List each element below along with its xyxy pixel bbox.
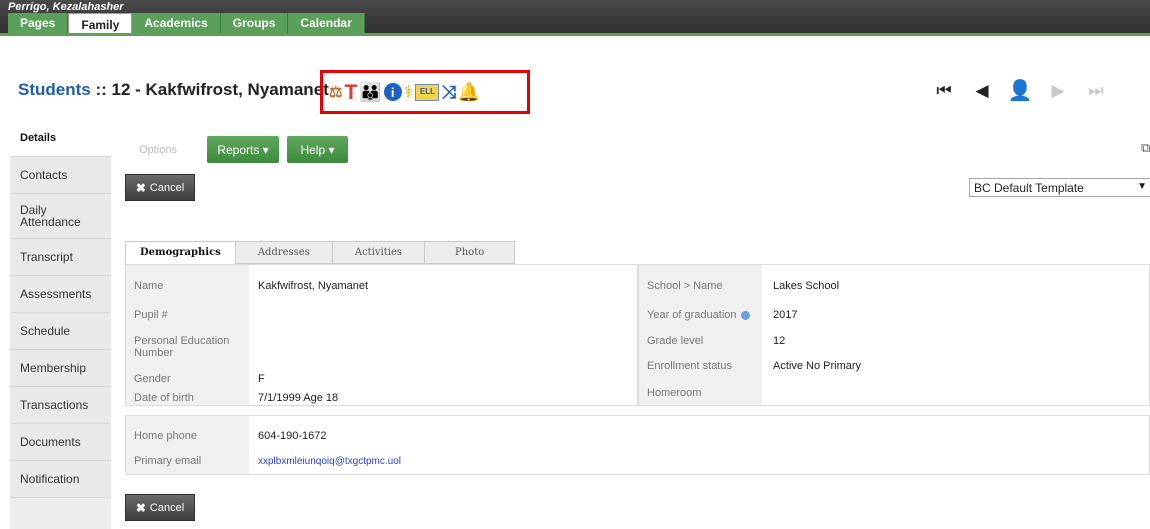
home-phone-value: 604-190-1672 [258, 430, 327, 442]
next-record-icon: ▶ [1051, 80, 1065, 100]
pen-label: Personal Education Number [134, 335, 230, 359]
student-record-title: 12 - Kakfwifrost, Nyamanet [111, 80, 329, 99]
help-icon[interactable] [740, 310, 750, 320]
student-alert-icons: ⚖ T 👪 i ⚕ ELL ⤨ 🔔 [320, 70, 530, 114]
side-tab-contacts[interactable]: Contacts [10, 157, 111, 194]
school-value: Lakes School [773, 280, 840, 292]
template-selected-value: BC Default Template [974, 180, 1084, 195]
help-button[interactable]: Help ▾ [287, 136, 348, 163]
last-record-icon: ⏭ [1088, 80, 1104, 100]
details-content: Options Reports ▾ Help ▾ ⧉ ✖ Cancel BC De… [119, 120, 1150, 529]
reports-button[interactable]: Reports ▾ [207, 136, 279, 163]
side-tab-notification[interactable]: Notification [10, 461, 111, 498]
demographics-panel-left: Name Kakfwifrost, Nyamanet Pupil # Perso… [125, 264, 638, 406]
subtab-addresses[interactable]: Addresses [235, 241, 333, 264]
side-tab-details[interactable]: Details [10, 120, 111, 157]
enrollment-status-value: Active No Primary [773, 360, 862, 372]
breadcrumb-students[interactable]: Students [18, 80, 91, 99]
first-record-icon[interactable]: ⏮ [925, 81, 963, 101]
subtab-demographics[interactable]: Demographics [125, 241, 236, 264]
chevron-down-icon: ▼ [1137, 181, 1147, 192]
name-label: Name [134, 280, 164, 292]
graduation-year-value: 2017 [773, 309, 798, 321]
grade-level-value: 12 [773, 335, 786, 347]
cancel-button-top[interactable]: ✖ Cancel [125, 174, 195, 201]
cancel-label: Cancel [149, 501, 185, 514]
side-tab-documents[interactable]: Documents [10, 424, 111, 461]
close-icon: ✖ [135, 500, 146, 515]
cancel-label: Cancel [149, 181, 185, 194]
name-value: Kakfwifrost, Nyamanet [258, 280, 369, 292]
gender-label: Gender [134, 373, 171, 385]
ell-icon[interactable]: ELL [415, 83, 440, 101]
close-icon: ✖ [135, 180, 146, 195]
options-button: Options [139, 143, 177, 156]
side-tabs: Details Contacts Daily Attendance Transc… [10, 120, 111, 529]
user-name: Perrigo, Kezalahasher [8, 1, 124, 13]
dob-value: 7/1/1999 Age 18 [258, 392, 339, 404]
side-tab-daily-attendance[interactable]: Daily Attendance [10, 194, 111, 239]
nav-tab-groups[interactable]: Groups [220, 13, 289, 33]
school-label: School > Name [647, 280, 723, 292]
primary-email-link[interactable]: xxplbxmleiunqoiq@txgctpmc.uol [258, 456, 401, 467]
demographics-panel-right: School > Name Lakes School Year of gradu… [638, 264, 1150, 406]
nav-tab-academics[interactable]: Academics [132, 13, 221, 33]
top-bar: Perrigo, Kezalahasher Pages Family Acade… [0, 0, 1150, 35]
scale-icon[interactable]: ⚖ [329, 85, 342, 100]
page-title: Students :: 12 - Kakfwifrost, Nyamanet [18, 80, 329, 100]
side-tab-schedule[interactable]: Schedule [10, 313, 111, 350]
side-tab-assessments[interactable]: Assessments [10, 276, 111, 313]
contact-panel: Home phone 604-190-1672 Primary email xx… [125, 415, 1150, 475]
record-navigation: ⏮ ◀ 👤 ▶ ⏭ [925, 78, 1115, 103]
grade-level-label: Grade level [647, 335, 704, 347]
pupil-number-label: Pupil # [134, 309, 168, 321]
enrollment-status-label: Enrollment status [647, 360, 732, 372]
expand-icon[interactable]: ⧉ [1141, 140, 1150, 156]
previous-record-icon[interactable]: ◀ [963, 81, 1001, 101]
graduation-year-label: Year of graduation [647, 309, 750, 321]
nav-tab-family[interactable]: Family [68, 13, 133, 35]
main-nav: Pages Family Academics Groups Calendar [8, 13, 365, 35]
side-tab-membership[interactable]: Membership [10, 350, 111, 387]
page-header: Students :: 12 - Kakfwifrost, Nyamanet ⚖… [0, 36, 1150, 118]
side-tab-transactions[interactable]: Transactions [10, 387, 111, 424]
nav-tab-pages[interactable]: Pages [8, 13, 69, 33]
gender-value: F [258, 373, 265, 385]
home-phone-label: Home phone [134, 430, 197, 442]
t-icon[interactable]: T [344, 82, 357, 103]
info-icon[interactable]: i [383, 83, 402, 101]
dob-label: Date of birth [134, 392, 194, 404]
student-photo-icon[interactable]: 👤 [1001, 78, 1039, 103]
shuffle-icon[interactable]: ⤨ [441, 83, 455, 101]
nav-tab-calendar[interactable]: Calendar [288, 13, 365, 33]
template-select[interactable]: BC Default Template ▼ [969, 178, 1150, 197]
homeroom-label: Homeroom [647, 387, 702, 399]
family-icon[interactable]: 👪 [359, 83, 381, 101]
primary-email-label: Primary email [134, 455, 202, 467]
cancel-button-bottom[interactable]: ✖ Cancel [125, 494, 195, 521]
graduation-year-label-text: Year of graduation [647, 309, 737, 321]
side-tab-transcript[interactable]: Transcript [10, 239, 111, 276]
bell-icon[interactable]: 🔔 [458, 83, 480, 101]
subtab-photo[interactable]: Photo [425, 241, 516, 264]
subtab-activities[interactable]: Activities [332, 241, 426, 264]
detail-subtabs: Demographics Addresses Activities Photo [125, 241, 516, 264]
health-icon[interactable]: ⚕ [404, 83, 414, 101]
breadcrumb-separator: :: [90, 80, 112, 99]
